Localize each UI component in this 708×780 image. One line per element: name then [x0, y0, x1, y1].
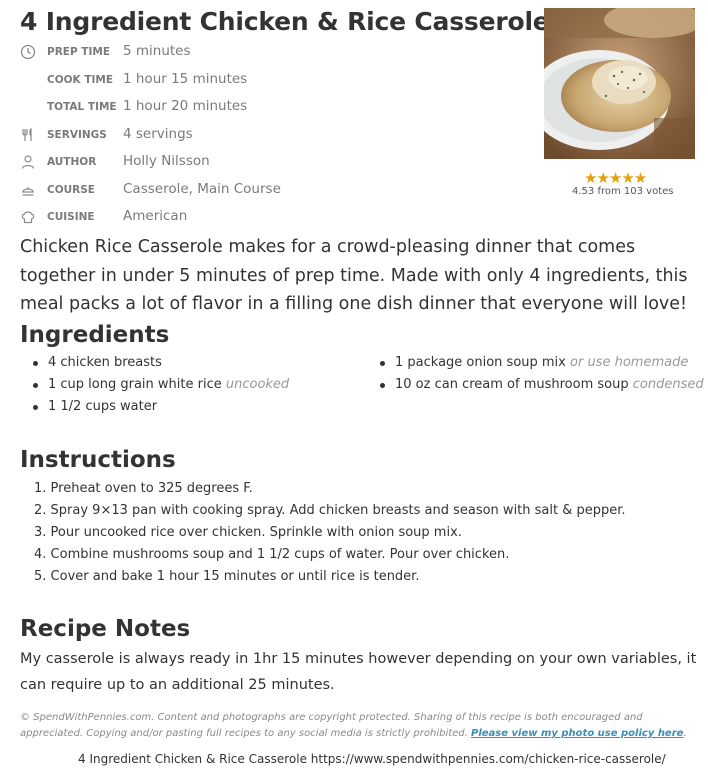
clock-icon [20, 44, 36, 60]
copyright-end: . [683, 728, 687, 739]
recipe-summary: Chicken Rice Casserole makes for a crowd… [20, 237, 688, 314]
meta-label: SERVINGS [47, 128, 107, 141]
meta-value: 1 hour 15 minutes [123, 70, 248, 87]
meta-label: COOK TIME [47, 73, 114, 86]
bullet [33, 405, 38, 410]
copyright-notice: © SpendWithPennies.com. Content and phot… [20, 710, 702, 742]
meta-row-prep-time: PREP TIME 5 minutes [20, 40, 520, 68]
meta-row-total-time: TOTAL TIME 1 hour 20 minutes [20, 95, 520, 123]
ingredient-text: 1 cup long grain white rice [48, 377, 222, 392]
recipe-title: 4 Ingredient Chicken & Rice Casserole [20, 7, 550, 36]
ingredient-note: condensed [632, 377, 704, 392]
instruction-step: 5. Cover and bake 1 hour 15 minutes or u… [34, 569, 420, 584]
instructions-list: 1. Preheat oven to 325 degrees F. 2. Spr… [20, 478, 626, 588]
meta-value: 5 minutes [123, 43, 191, 59]
meta-value: American [123, 208, 188, 224]
ingredients-list-right: 1 package onion soup mix or use homemade… [367, 352, 704, 396]
person-icon [21, 155, 35, 169]
meta-row-author: AUTHOR Holly Nilsson [20, 150, 520, 178]
instruction-step: 1. Preheat oven to 325 degrees F. [34, 481, 253, 496]
utensils-icon [22, 127, 32, 141]
meta-value: 1 hour 20 minutes [123, 98, 248, 114]
footer-url: 4 Ingredient Chicken & Rice Casserole ht… [78, 752, 666, 766]
ingredient-text: 1 package onion soup mix [395, 355, 566, 370]
meta-row-cook-time: COOK TIME 1 hour 15 minutes [20, 68, 520, 96]
bullet [380, 383, 385, 388]
recipe-meta: PREP TIME 5 minutes COOK TIME 1 hour 15 … [20, 40, 520, 233]
instruction-step: 4. Combine mushrooms soup and 1 1/2 cups… [34, 547, 510, 562]
chef-hat-icon [21, 211, 35, 224]
ingredient-note: or use homemade [570, 355, 689, 370]
dish-icon [22, 186, 34, 196]
bullet [380, 361, 385, 366]
meta-value: Holly Nilsson [123, 153, 210, 169]
instruction-step: 3. Pour uncooked rice over chicken. Spri… [34, 525, 462, 540]
ingredient-item: 1 1/2 cups water [20, 396, 289, 418]
ingredients-list-left: 4 chicken breasts 1 cup long grain white… [20, 352, 289, 418]
ingredient-text: 4 chicken breasts [48, 355, 162, 370]
meta-label: TOTAL TIME [47, 101, 117, 113]
meta-label: COURSE [47, 183, 95, 196]
ingredient-text: 10 oz can cream of mushroom soup [395, 377, 629, 392]
recipe-photo [544, 8, 695, 159]
bullet [33, 361, 38, 366]
rating-text: 4.53 from 103 votes [572, 186, 674, 197]
ingredient-item: 10 oz can cream of mushroom soup condens… [367, 374, 704, 396]
ingredients-heading: Ingredients [20, 322, 170, 348]
ingredient-item: 1 cup long grain white rice uncooked [20, 374, 289, 396]
meta-value: 4 servings [123, 125, 193, 142]
bullet [33, 383, 38, 388]
instruction-step: 2. Spray 9×13 pan with cooking spray. Ad… [34, 503, 626, 518]
photo-policy-link[interactable]: Please view my photo use policy here [471, 728, 683, 739]
meta-row-servings: SERVINGS 4 servings [20, 123, 520, 151]
ingredient-text: 1 1/2 cups water [48, 399, 158, 414]
ingredient-item: 1 package onion soup mix or use homemade [367, 352, 704, 374]
meta-row-course: COURSE Casserole, Main Course [20, 178, 520, 206]
ingredient-item: 4 chicken breasts [20, 352, 289, 374]
ingredient-note: uncooked [225, 377, 290, 392]
meta-label: CUISINE [47, 211, 95, 223]
meta-label: AUTHOR [47, 156, 97, 168]
recipe-notes-heading: Recipe Notes [20, 616, 191, 642]
instructions-heading: Instructions [20, 447, 176, 473]
meta-row-cuisine: CUISINE American [20, 205, 520, 233]
meta-value: Casserole, Main Course [123, 180, 281, 197]
rating-stars[interactable]: ★★★★★ [584, 169, 647, 187]
recipe-notes-text: My casserole is always ready in 1hr 15 m… [20, 651, 697, 693]
meta-label: PREP TIME [47, 46, 110, 58]
